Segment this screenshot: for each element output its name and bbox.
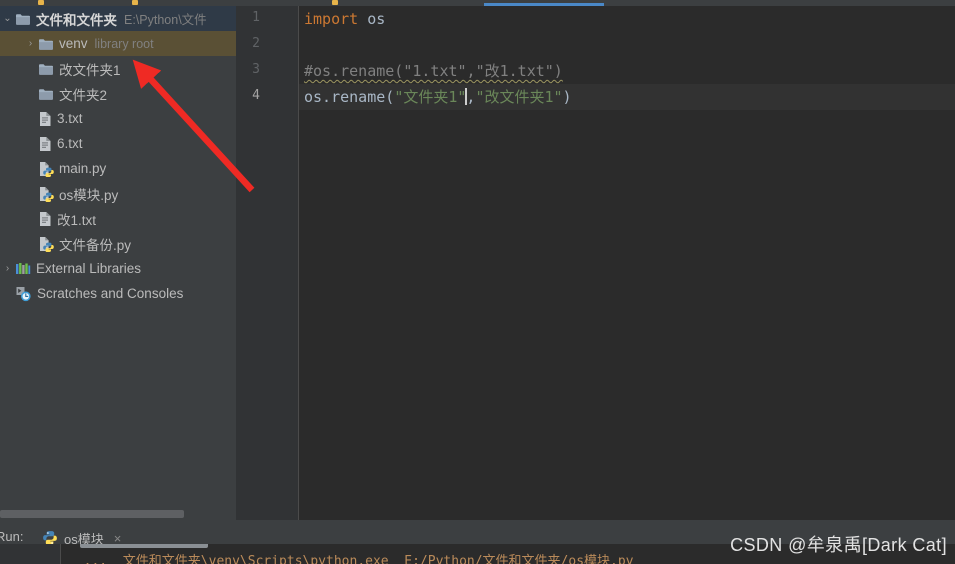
code-line-1[interactable]: import os <box>299 6 955 32</box>
tree-item-label: 3.txt <box>57 111 83 126</box>
sidebar-horizontal-scrollbar[interactable] <box>0 508 236 520</box>
text-file-icon <box>38 211 52 227</box>
folder-icon <box>38 37 54 51</box>
tree-item-label: 文件备份.py <box>59 237 132 253</box>
tree-item-0[interactable]: ⌄ 文件和文件夹 E:\Python\文件 <box>0 6 236 31</box>
tree-item-label: External Libraries <box>36 261 142 276</box>
code-token-kw: import <box>304 10 359 28</box>
external-libraries-icon <box>15 262 31 276</box>
code-line-2[interactable] <box>299 32 955 58</box>
python-file-icon <box>38 186 54 202</box>
tree-item-6[interactable]: main.py <box>0 156 236 181</box>
tree-item-label: 改文件夹1 <box>59 62 121 78</box>
tree-item-2[interactable]: 改文件夹1 <box>0 56 236 81</box>
tree-item-label: main.py <box>59 161 107 176</box>
project-tree-panel[interactable]: ⌄ 文件和文件夹 E:\Python\文件 › venv library root 改文件… <box>0 6 236 508</box>
tree-item-9[interactable]: 文件备份.py <box>0 231 236 256</box>
console-output-line: ... 文件和文件夹\venv\Scripts\python.exe E:/Py… <box>68 554 634 564</box>
code-comment: #os.rename("1.txt","改1.txt") <box>304 62 563 80</box>
code-token-str: "文件夹1" <box>394 88 467 106</box>
folder-icon <box>15 12 31 26</box>
chevron-right-icon[interactable]: › <box>23 38 38 49</box>
tree-item-label: venv <box>59 36 88 51</box>
chevron-right-icon[interactable]: › <box>0 263 15 274</box>
code-token-str: "改文件夹1" <box>475 88 563 106</box>
code-line-3[interactable]: #os.rename("1.txt","改1.txt") <box>299 58 955 84</box>
tab-icon-2 <box>132 0 138 5</box>
code-token-plain: os.rename( <box>304 88 395 106</box>
tree-item-label: 文件夹2 <box>59 87 108 103</box>
text-file-icon <box>38 136 52 152</box>
editor-gutter[interactable]: 1 2 3 4 <box>236 6 299 520</box>
folder-icon <box>38 62 54 76</box>
tree-item-8[interactable]: 改1.txt <box>0 206 236 231</box>
python-file-icon <box>38 236 54 252</box>
line-number-1: 1 <box>252 10 260 25</box>
tree-item-label: Scratches and Consoles <box>37 286 184 301</box>
tree-item-11[interactable]: Scratches and Consoles <box>0 281 236 306</box>
code-token-plain: ) <box>562 88 572 106</box>
tab-icon-3 <box>332 0 338 5</box>
scratches-icon <box>15 286 32 302</box>
watermark: CSDN @牟泉禹[Dark Cat] <box>730 535 947 555</box>
line-number-2: 2 <box>252 36 260 51</box>
line-number-3: 3 <box>252 62 260 77</box>
run-panel-label: Run: <box>0 529 24 544</box>
python-file-icon <box>38 161 54 177</box>
tree-item-label: 6.txt <box>57 136 83 151</box>
tree-item-1[interactable]: › venv library root <box>0 31 236 56</box>
tree-item-sublabel: E:\Python\文件 <box>124 13 207 27</box>
code-text-area[interactable]: import os #os.rename("1.txt","改1.txt") os.… <box>299 6 955 520</box>
line-number-4: 4 <box>252 88 260 103</box>
tree-item-10[interactable]: › External Libraries <box>0 256 236 281</box>
folder-icon <box>38 87 54 101</box>
code-editor[interactable]: 1 2 3 4 import os #os.rename("1.txt","改1.txt… <box>236 6 955 520</box>
tree-item-label: os模块.py <box>59 187 119 203</box>
tab-icon-1 <box>38 0 44 5</box>
console-scrollbar-thumb[interactable] <box>80 544 208 548</box>
console-gutter <box>0 544 61 564</box>
code-line-4[interactable]: os.rename("文件夹1","改文件夹1") <box>299 84 955 110</box>
tree-item-4[interactable]: 3.txt <box>0 106 236 131</box>
text-file-icon <box>38 111 52 127</box>
tree-item-5[interactable]: 6.txt <box>0 131 236 156</box>
tree-item-label: 改1.txt <box>57 212 97 228</box>
tree-item-3[interactable]: 文件夹2 <box>0 81 236 106</box>
tree-item-7[interactable]: os模块.py <box>0 181 236 206</box>
chevron-down-icon[interactable]: ⌄ <box>0 13 15 24</box>
tree-item-label: 文件和文件夹 <box>36 12 117 28</box>
sidebar-scrollbar-thumb[interactable] <box>0 510 184 518</box>
tree-item-sublabel: library root <box>94 36 154 51</box>
code-token-plain: os <box>358 10 386 28</box>
